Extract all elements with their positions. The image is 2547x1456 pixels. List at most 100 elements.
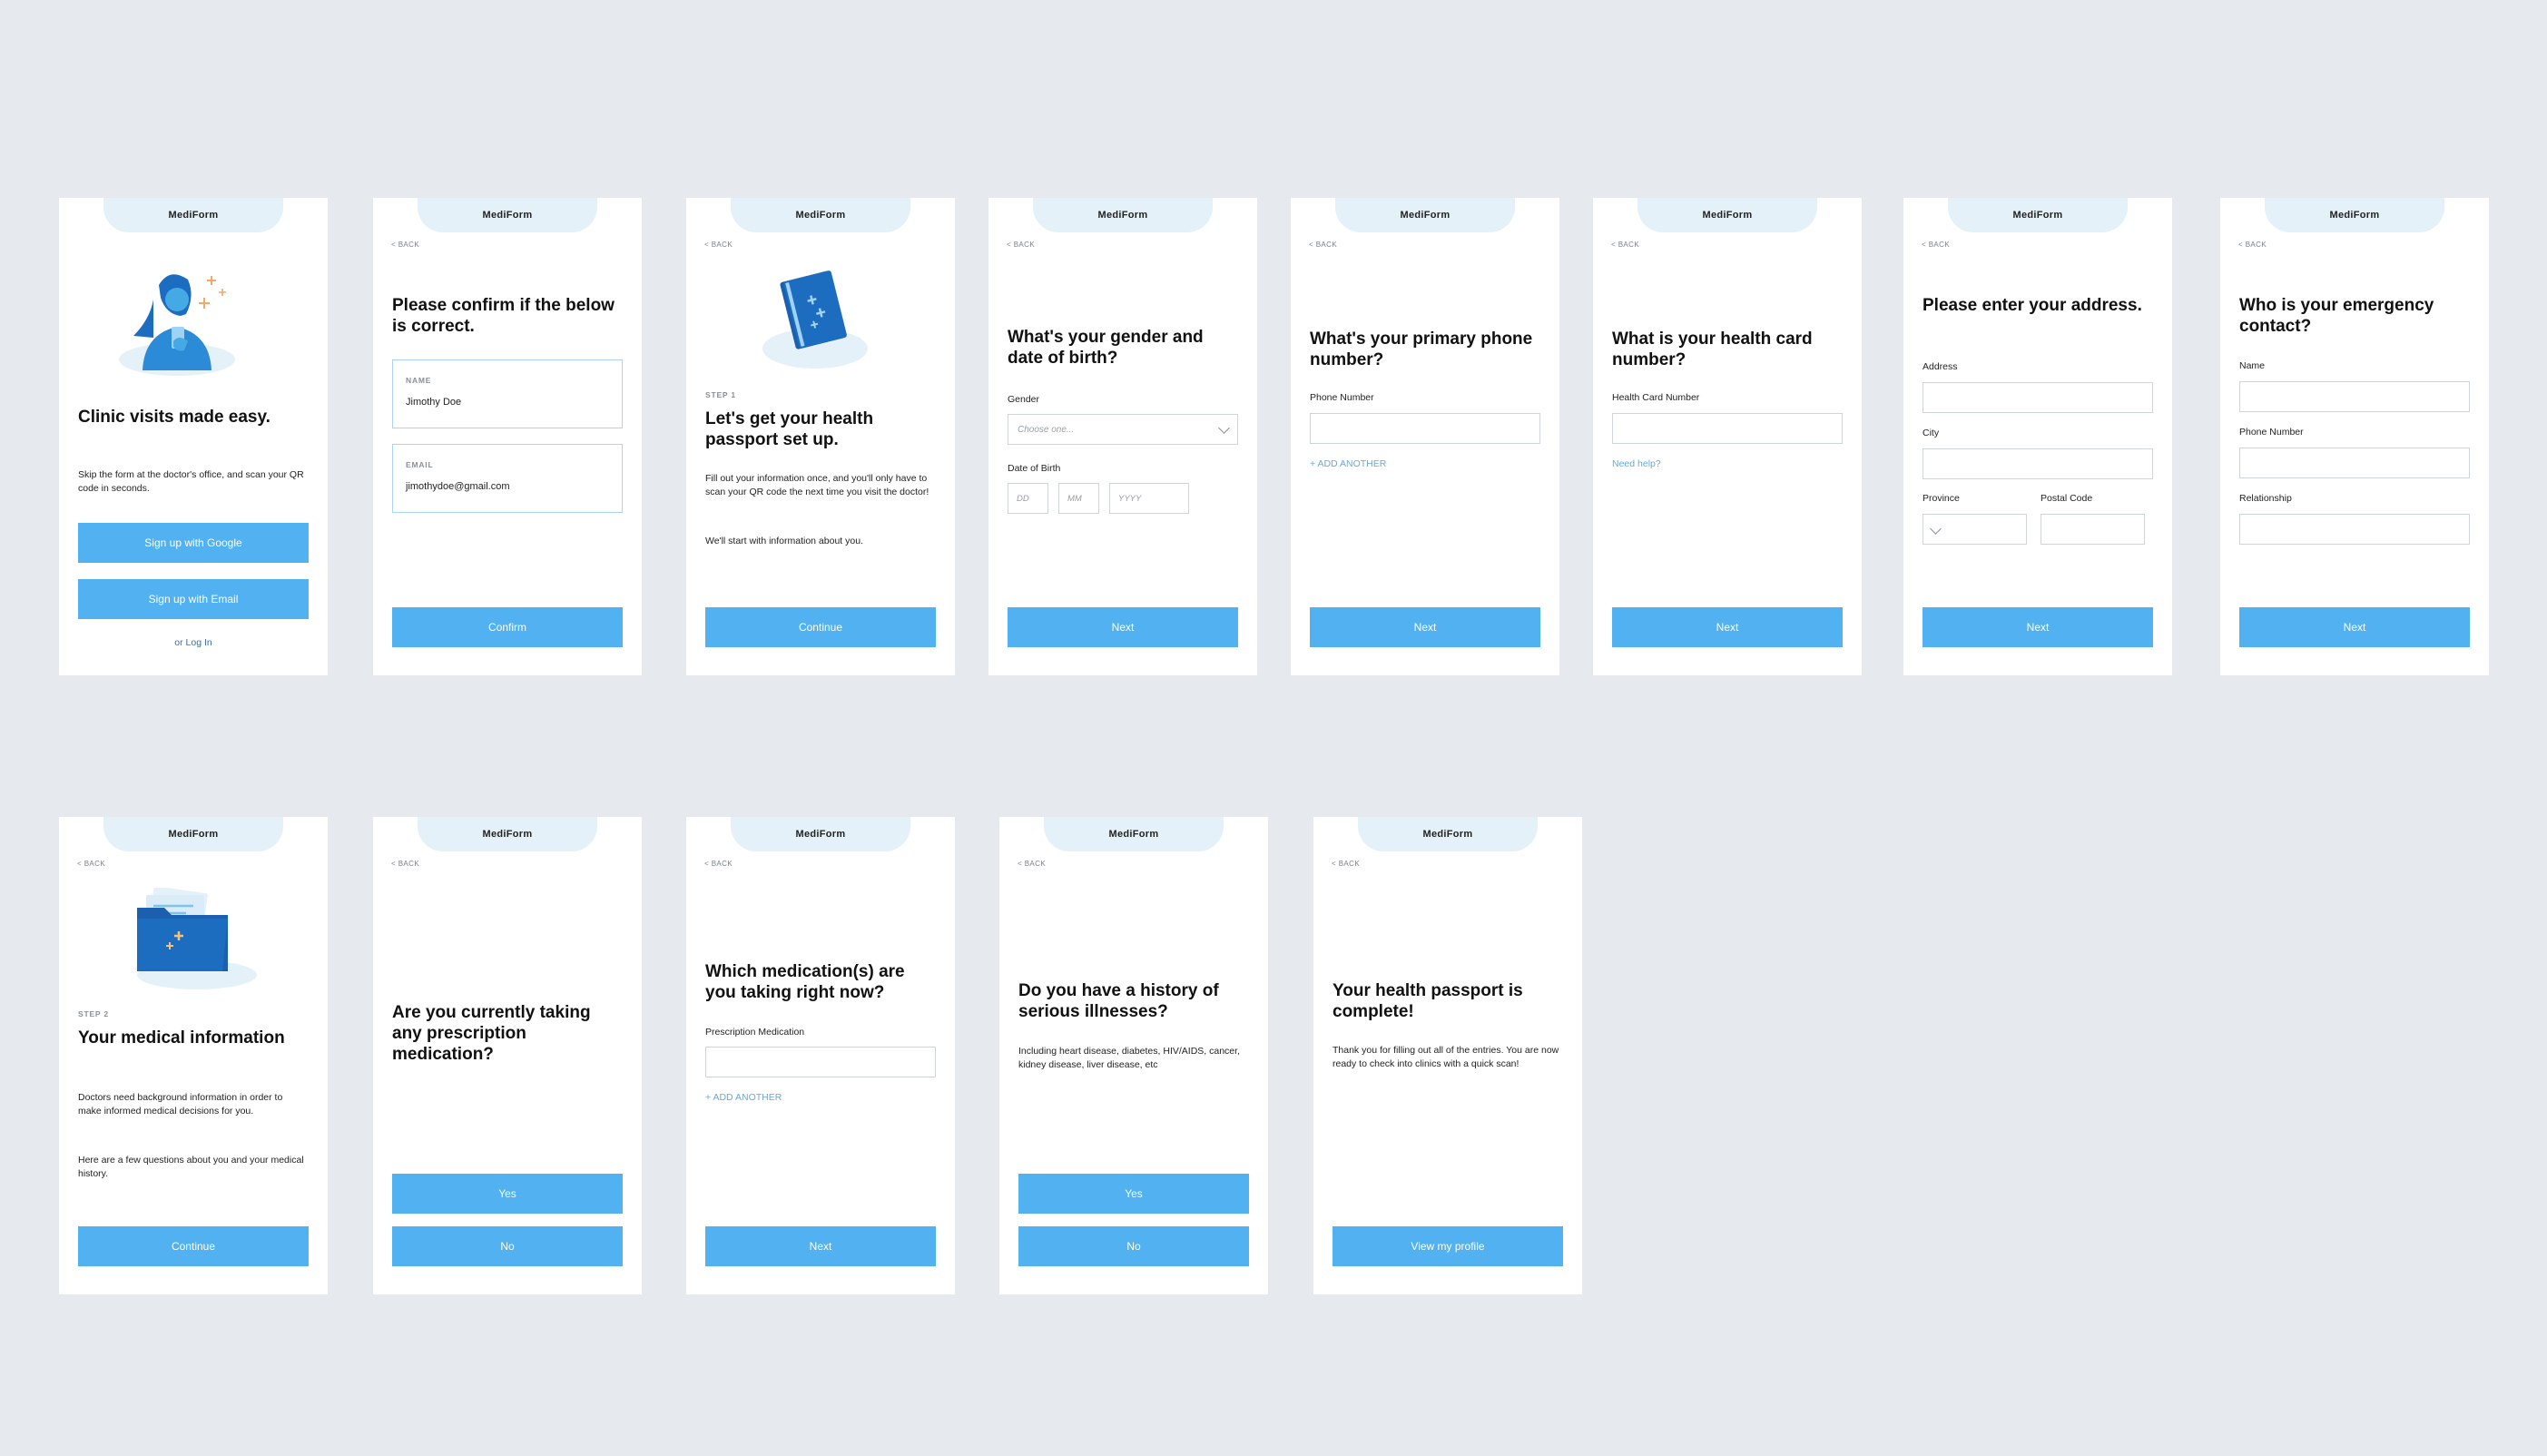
medication-question-heading: Are you currently taking any prescriptio… [392, 1003, 591, 1064]
app-title: MediForm [418, 198, 597, 232]
phone-input[interactable] [1310, 413, 1540, 444]
postal-code-input[interactable] [2041, 514, 2145, 545]
city-input[interactable] [1923, 448, 2153, 479]
gender-placeholder: Choose one... [1018, 425, 1075, 435]
continue-button[interactable]: Continue [78, 1226, 309, 1266]
continue-button[interactable]: Continue [705, 607, 936, 647]
next-button[interactable]: Next [1310, 607, 1540, 647]
back-link[interactable]: < BACK [1007, 241, 1035, 249]
yes-button[interactable]: Yes [392, 1174, 623, 1214]
screen-phone: MediForm < BACK What's your primary phon… [1291, 198, 1559, 675]
app-title: MediForm [1358, 817, 1538, 851]
next-button[interactable]: Next [705, 1226, 936, 1266]
back-link[interactable]: < BACK [1018, 860, 1046, 868]
back-link[interactable]: < BACK [1611, 241, 1639, 249]
postal-code-label: Postal Code [2041, 493, 2093, 504]
back-link[interactable]: < BACK [1922, 241, 1950, 249]
step2-heading: Your medical information [78, 1028, 285, 1048]
app-title: MediForm [1044, 817, 1224, 851]
step2-description: Doctors need background information in o… [78, 1092, 283, 1117]
gender-select[interactable]: Choose one... [1008, 414, 1238, 445]
next-button[interactable]: Next [1612, 607, 1843, 647]
chevron-down-icon [1930, 523, 1942, 535]
screen-welcome: MediForm Clinic visits made easy. Skip t… [59, 198, 328, 675]
screen-confirm: MediForm < BACK Please confirm if the be… [373, 198, 642, 675]
dob-year-input[interactable]: YYYY [1109, 483, 1189, 514]
dob-day-placeholder: DD [1017, 494, 1029, 504]
back-link[interactable]: < BACK [704, 860, 733, 868]
relationship-label: Relationship [2239, 493, 2292, 504]
app-title: MediForm [731, 817, 910, 851]
back-link[interactable]: < BACK [77, 860, 105, 868]
dob-year-placeholder: YYYY [1118, 494, 1142, 504]
app-title: MediForm [418, 817, 597, 851]
complete-heading: Your health passport is complete! [1333, 981, 1523, 1021]
back-link[interactable]: < BACK [391, 241, 419, 249]
address-input[interactable] [1923, 382, 2153, 413]
back-link[interactable]: < BACK [391, 860, 419, 868]
sign-up-email-button[interactable]: Sign up with Email [78, 579, 309, 619]
which-medication-heading: Which medication(s) are you taking right… [705, 962, 905, 1002]
step1-description: Fill out your information once, and you'… [705, 473, 929, 497]
app-title: MediForm [2265, 198, 2444, 232]
next-button[interactable]: Next [2239, 607, 2470, 647]
app-title: MediForm [731, 198, 910, 232]
back-link[interactable]: < BACK [704, 241, 733, 249]
email-card[interactable]: EMAIL jimothydoe@gmail.com [392, 444, 623, 513]
screen-which-medication: MediForm < BACK Which medication(s) are … [686, 817, 955, 1294]
welcome-description: Skip the form at the doctor's office, an… [78, 469, 304, 494]
relationship-input[interactable] [2239, 514, 2470, 545]
no-button[interactable]: No [392, 1226, 623, 1266]
screen-address: MediForm < BACK Please enter your addres… [1903, 198, 2172, 675]
confirm-button[interactable]: Confirm [392, 607, 623, 647]
address-label: Address [1923, 361, 1958, 372]
illness-description: Including heart disease, diabetes, HIV/A… [1018, 1046, 1240, 1070]
yes-button[interactable]: Yes [1018, 1174, 1249, 1214]
screen-health-card: MediForm < BACK What is your health card… [1593, 198, 1862, 675]
emergency-heading: Who is your emergency contact? [2239, 296, 2434, 336]
no-button[interactable]: No [1018, 1226, 1249, 1266]
dob-month-input[interactable]: MM [1058, 483, 1099, 514]
screen-emergency-contact: MediForm < BACK Who is your emergency co… [2220, 198, 2489, 675]
dob-day-input[interactable]: DD [1008, 483, 1048, 514]
screen-step2-intro: MediForm < BACK STEP 2 Your medical info… [59, 817, 328, 1294]
screen-complete: MediForm < BACK Your health passport is … [1313, 817, 1582, 1294]
contact-phone-label: Phone Number [2239, 427, 2304, 438]
medication-label: Prescription Medication [705, 1027, 805, 1038]
contact-name-input[interactable] [2239, 381, 2470, 412]
step-label: STEP 2 [78, 1009, 109, 1018]
screen-step1-intro: MediForm < BACK STEP 1 Let's get your he… [686, 198, 955, 675]
app-title: MediForm [1033, 198, 1213, 232]
back-link[interactable]: < BACK [1309, 241, 1337, 249]
city-label: City [1923, 428, 1940, 438]
contact-phone-input[interactable] [2239, 448, 2470, 478]
gender-label: Gender [1008, 394, 1040, 405]
email-card-value: jimothydoe@gmail.com [406, 481, 510, 492]
step2-subtext: Here are a few questions about you and y… [78, 1155, 304, 1179]
illness-heading: Do you have a history of serious illness… [1018, 981, 1219, 1021]
province-select[interactable] [1923, 514, 2027, 545]
dob-month-placeholder: MM [1067, 494, 1082, 504]
add-another-phone-link[interactable]: + ADD ANOTHER [1310, 458, 1386, 469]
screen-illness-history: MediForm < BACK Do you have a history of… [999, 817, 1268, 1294]
health-card-input[interactable] [1612, 413, 1843, 444]
back-link[interactable]: < BACK [1332, 860, 1360, 868]
view-profile-button[interactable]: View my profile [1333, 1226, 1563, 1266]
medication-input[interactable] [705, 1047, 936, 1077]
app-title: MediForm [103, 817, 283, 851]
step-label: STEP 1 [705, 390, 736, 399]
next-button[interactable]: Next [1923, 607, 2153, 647]
step1-subtext: We'll start with information about you. [705, 536, 863, 546]
log-in-link[interactable]: or Log In [59, 637, 328, 648]
contact-name-label: Name [2239, 360, 2266, 371]
address-heading: Please enter your address. [1923, 296, 2142, 315]
welcome-heading: Clinic visits made easy. [78, 408, 270, 427]
need-help-link[interactable]: Need help? [1612, 458, 1661, 469]
back-link[interactable]: < BACK [2238, 241, 2267, 249]
sign-up-google-button[interactable]: Sign up with Google [78, 523, 309, 563]
screen-medication-question: MediForm < BACK Are you currently taking… [373, 817, 642, 1294]
name-card[interactable]: NAME Jimothy Doe [392, 359, 623, 428]
next-button[interactable]: Next [1008, 607, 1238, 647]
add-another-medication-link[interactable]: + ADD ANOTHER [705, 1092, 782, 1103]
email-card-label: EMAIL [406, 460, 434, 469]
